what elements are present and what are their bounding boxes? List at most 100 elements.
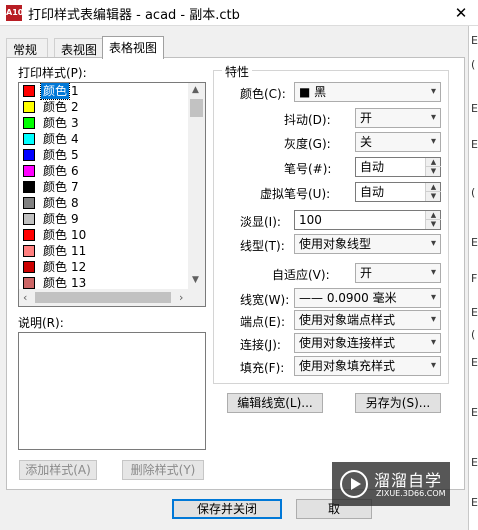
save-and-close-button[interactable]: 保存并关闭 bbox=[172, 499, 282, 519]
plot-styles-label: 打印样式(P): bbox=[18, 66, 87, 80]
scroll-down-icon[interactable]: ▼ bbox=[192, 275, 199, 285]
spin-down-icon[interactable]: ▼ bbox=[426, 220, 441, 229]
pen-number-value: 自动 bbox=[360, 160, 385, 174]
grayscale-label: 灰度(G): bbox=[284, 137, 331, 151]
endstyle-dropdown[interactable]: 使用对象端点样式 ▾ bbox=[294, 310, 441, 330]
watermark-title: 溜溜自学 bbox=[374, 471, 443, 490]
list-item[interactable]: 颜色 1 bbox=[21, 83, 187, 100]
properties-group: 特性 颜色(C): ■ 黑 ▾ 抖动(D): 开 ▾ 灰度(G): 关 ▾ 笔号… bbox=[213, 63, 449, 384]
pen-number-label: 笔号(#): bbox=[284, 162, 332, 176]
fillstyle-dropdown[interactable]: 使用对象填充样式 ▾ bbox=[294, 356, 441, 376]
scroll-thumb[interactable] bbox=[190, 99, 203, 117]
spin-up-icon[interactable]: ▲ bbox=[426, 158, 441, 167]
list-item-label: 颜色 bbox=[43, 196, 68, 210]
strip-fragment: E bbox=[471, 138, 478, 151]
color-swatch bbox=[23, 149, 35, 161]
list-item[interactable]: 颜色 12 bbox=[21, 259, 187, 275]
horizontal-scrollbar[interactable]: ‹ › bbox=[19, 289, 205, 306]
background-window-strip: E ( E E ( E F E ( E E E E bbox=[468, 26, 478, 530]
site-watermark: 溜溜自学 ZIXUE.3D66.COM bbox=[332, 462, 450, 506]
strip-fragment: ( bbox=[471, 328, 476, 341]
color-swatch bbox=[23, 117, 35, 129]
lineweight-label: 线宽(W): bbox=[240, 293, 290, 307]
list-item[interactable]: 颜色 3 bbox=[21, 115, 187, 131]
form-view-panel: 打印样式(P): 颜色 1 颜色 2 颜色 3 颜色 4 颜色 5 颜色 6 颜… bbox=[6, 57, 465, 490]
list-item-number: 7 bbox=[71, 180, 79, 194]
list-item-label: 颜色 bbox=[43, 212, 68, 226]
linetype-dropdown[interactable]: 使用对象线型 ▾ bbox=[294, 234, 441, 254]
color-swatch bbox=[23, 165, 35, 177]
list-item-label: 颜色 bbox=[43, 132, 68, 146]
virtual-pen-value: 自动 bbox=[360, 185, 385, 199]
joinstyle-dropdown[interactable]: 使用对象连接样式 ▾ bbox=[294, 333, 441, 353]
strip-fragment: E bbox=[471, 496, 478, 509]
list-item-label: 颜色 bbox=[39, 83, 71, 100]
list-item-number: 2 bbox=[71, 100, 79, 114]
color-swatch bbox=[23, 101, 35, 113]
title-bar: A10 打印样式表编辑器 - acad - 副本.ctb ✕ bbox=[0, 0, 478, 26]
color-swatch bbox=[23, 181, 35, 193]
list-item-label: 颜色 bbox=[43, 100, 68, 114]
list-item[interactable]: 颜色 5 bbox=[21, 147, 187, 163]
scroll-left-icon[interactable]: ‹ bbox=[23, 291, 27, 304]
joinstyle-value: 使用对象连接样式 bbox=[299, 336, 396, 350]
window-title: 打印样式表编辑器 - acad - 副本.ctb bbox=[28, 8, 240, 23]
pen-number-stepper[interactable]: 自动 ▲ ▼ bbox=[355, 157, 441, 177]
list-item[interactable]: 颜色 10 bbox=[21, 227, 187, 243]
screening-label: 淡显(I): bbox=[240, 215, 281, 229]
virtual-pen-stepper[interactable]: 自动 ▲ ▼ bbox=[355, 182, 441, 202]
scroll-right-icon[interactable]: › bbox=[179, 291, 183, 304]
spin-up-icon[interactable]: ▲ bbox=[426, 211, 441, 220]
list-item[interactable]: 颜色 11 bbox=[21, 243, 187, 259]
linetype-label: 线型(T): bbox=[240, 239, 285, 253]
edit-lineweights-button[interactable]: 编辑线宽(L)... bbox=[227, 393, 323, 413]
tab-form-view[interactable]: 表格视图 bbox=[102, 36, 164, 59]
color-swatch bbox=[23, 277, 35, 289]
delete-style-button[interactable]: 删除样式(Y) bbox=[122, 460, 204, 480]
color-swatch bbox=[23, 245, 35, 257]
plot-styles-listbox[interactable]: 颜色 1 颜色 2 颜色 3 颜色 4 颜色 5 颜色 6 颜色 7 颜色 8 … bbox=[18, 82, 206, 307]
list-item[interactable]: 颜色 7 bbox=[21, 179, 187, 195]
strip-fragment: E bbox=[471, 236, 478, 249]
plot-style-editor-window: A10 打印样式表编辑器 - acad - 副本.ctb ✕ E ( E E (… bbox=[0, 0, 478, 530]
virtual-pen-label: 虚拟笔号(U): bbox=[260, 187, 331, 201]
dither-dropdown[interactable]: 开 ▾ bbox=[355, 108, 441, 128]
list-item-number: 11 bbox=[71, 244, 87, 258]
list-item-number: 3 bbox=[71, 116, 79, 130]
strip-fragment: E bbox=[471, 456, 478, 469]
color-dropdown[interactable]: ■ 黑 ▾ bbox=[294, 82, 441, 102]
lineweight-dropdown[interactable]: —— 0.0900 毫米 ▾ bbox=[294, 288, 441, 308]
strip-fragment: ( bbox=[471, 58, 476, 71]
list-item[interactable]: 颜色 4 bbox=[21, 131, 187, 147]
screening-stepper[interactable]: 100 ▲ ▼ bbox=[294, 210, 441, 230]
close-button[interactable]: ✕ bbox=[444, 0, 478, 26]
fillstyle-label: 填充(F): bbox=[240, 361, 285, 375]
grayscale-dropdown[interactable]: 关 ▾ bbox=[355, 132, 441, 152]
list-item-label: 颜色 bbox=[43, 164, 68, 178]
autocad-app-icon: A10 bbox=[6, 5, 23, 21]
list-item-number: 5 bbox=[71, 148, 79, 162]
spin-down-icon[interactable]: ▼ bbox=[426, 167, 441, 176]
color-label: 颜色(C): bbox=[240, 87, 286, 101]
dither-label: 抖动(D): bbox=[284, 113, 331, 127]
vertical-scrollbar[interactable]: ▲ ▼ bbox=[188, 83, 205, 289]
adaptive-dropdown[interactable]: 开 ▾ bbox=[355, 263, 441, 283]
chevron-down-icon: ▾ bbox=[430, 86, 436, 97]
spin-down-icon[interactable]: ▼ bbox=[426, 192, 441, 201]
tab-table-view[interactable]: 表视图 bbox=[54, 38, 104, 58]
chevron-down-icon: ▾ bbox=[430, 238, 436, 249]
tab-general[interactable]: 常规 bbox=[6, 38, 48, 58]
save-as-button[interactable]: 另存为(S)... bbox=[355, 393, 441, 413]
list-item[interactable]: 颜色 2 bbox=[21, 99, 187, 115]
list-item-number: 8 bbox=[71, 196, 79, 210]
list-item[interactable]: 颜色 6 bbox=[21, 163, 187, 179]
list-item[interactable]: 颜色 8 bbox=[21, 195, 187, 211]
color-swatch bbox=[23, 261, 35, 273]
description-textarea[interactable] bbox=[18, 332, 206, 450]
list-item[interactable]: 颜色 9 bbox=[21, 211, 187, 227]
add-style-button[interactable]: 添加样式(A) bbox=[19, 460, 97, 480]
spin-up-icon[interactable]: ▲ bbox=[426, 183, 441, 192]
scroll-thumb[interactable] bbox=[35, 292, 171, 303]
list-item-number: 1 bbox=[71, 84, 79, 98]
scroll-up-icon[interactable]: ▲ bbox=[192, 85, 199, 95]
